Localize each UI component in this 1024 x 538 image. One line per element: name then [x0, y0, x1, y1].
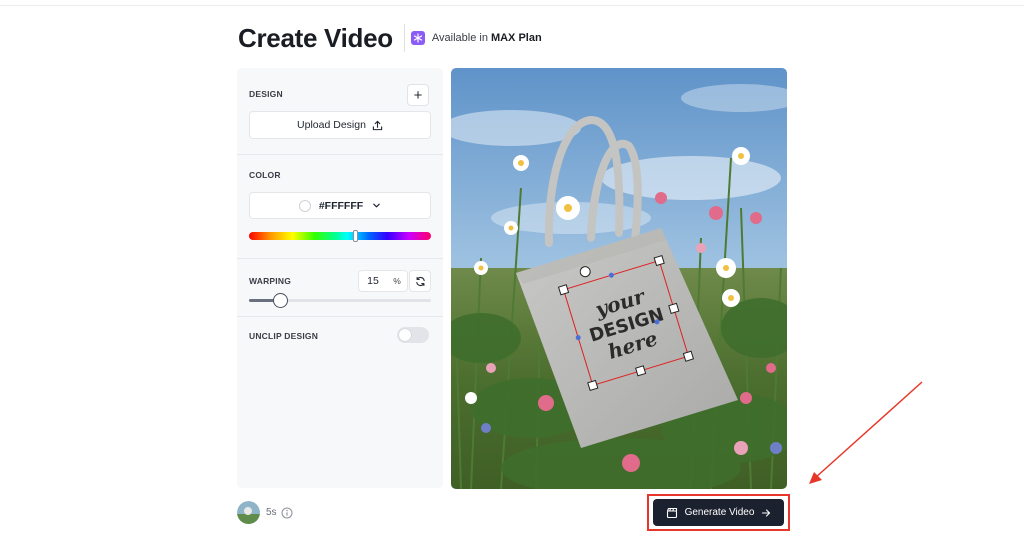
plan-prefix: Available in	[431, 32, 488, 44]
warping-input[interactable]: 15 %	[358, 270, 408, 292]
video-preview[interactable]: your DESIGN here	[451, 68, 787, 489]
section-divider	[237, 154, 443, 155]
section-divider	[237, 316, 443, 317]
section-divider	[237, 258, 443, 259]
color-value: #FFFFFF	[318, 199, 364, 212]
color-swatch	[298, 199, 311, 212]
plan-name: MAX Plan	[490, 32, 542, 44]
hue-slider-thumb[interactable]	[352, 230, 358, 242]
arrow-right-icon	[762, 508, 771, 517]
generate-video-label: Generate Video	[684, 507, 755, 518]
warping-unit: %	[393, 276, 401, 286]
upload-design-button[interactable]: Upload Design	[249, 111, 431, 139]
chevron-down-icon	[373, 203, 380, 208]
preview-image: your DESIGN here	[451, 68, 787, 489]
avatar[interactable]	[237, 501, 260, 524]
refresh-icon	[415, 276, 425, 286]
upload-design-label: Upload Design	[297, 119, 366, 131]
title-divider	[403, 24, 405, 52]
warping-slider[interactable]	[249, 293, 431, 308]
footer-info: 5s	[237, 501, 293, 524]
info-icon[interactable]	[281, 507, 293, 519]
video-duration: 5s	[266, 507, 277, 518]
unclip-design-toggle[interactable]	[397, 327, 429, 343]
upload-icon	[372, 120, 383, 130]
page-header: Create Video Available in MAX Plan	[238, 20, 542, 56]
color-dropdown[interactable]: #FFFFFF	[249, 192, 431, 219]
unclip-label: UNCLIP DESIGN	[249, 331, 319, 341]
clapperboard-icon	[666, 507, 677, 518]
page-title: Create Video	[238, 22, 393, 53]
top-border	[0, 5, 1024, 6]
warping-slider-thumb[interactable]	[272, 293, 288, 308]
warping-value: 15	[367, 275, 379, 287]
reset-warping-button[interactable]	[409, 270, 431, 292]
plan-badge: Available in MAX Plan	[410, 31, 542, 45]
color-label: COLOR	[249, 170, 281, 180]
add-design-button[interactable]: +	[407, 84, 429, 106]
generate-video-button[interactable]: Generate Video	[653, 499, 784, 526]
toggle-knob	[399, 329, 411, 341]
warping-label: WARPING	[249, 276, 292, 286]
settings-panel: DESIGN + Upload Design COLOR #FFFFFF WAR…	[237, 68, 443, 488]
design-label: DESIGN	[249, 89, 283, 99]
snowflake-icon	[410, 31, 425, 45]
hue-slider[interactable]	[249, 230, 431, 242]
